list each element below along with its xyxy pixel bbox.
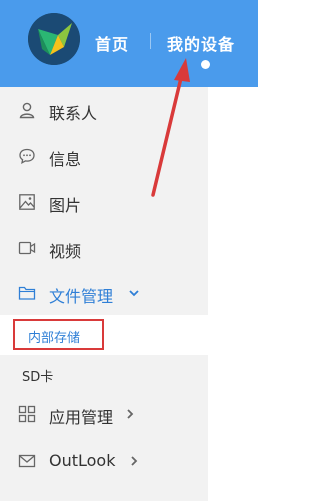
sidebar-item-outlook[interactable]: OutLook [0, 441, 208, 481]
grid-icon [18, 405, 36, 423]
sidebar-item-file-manager[interactable]: 文件管理 [0, 273, 208, 313]
sidebar-item-pictures[interactable]: 图片 [0, 182, 208, 222]
sidebar-item-app-manager[interactable]: 应用管理 [0, 394, 208, 434]
chevron-right-icon[interactable] [124, 408, 136, 420]
sidebar-item-label: 文件管理 [49, 287, 114, 306]
sidebar-subitem-label: SD卡 [22, 370, 54, 385]
nav-divider [150, 33, 151, 49]
sidebar-item-label: 应用管理 [49, 408, 114, 427]
image-icon [19, 194, 35, 210]
mail-icon [18, 454, 36, 468]
video-icon [18, 241, 36, 255]
active-tab-indicator [201, 60, 210, 69]
annotation-highlight-box [13, 319, 104, 350]
chevron-right-icon[interactable] [128, 455, 140, 467]
sidebar-subitem-sd-card[interactable]: SD卡 [0, 354, 208, 394]
folder-icon [18, 286, 36, 300]
sidebar-item-label: 图片 [49, 196, 82, 215]
sidebar-subitem-internal-storage[interactable]: 内部存储 [0, 315, 208, 355]
main-content-area [208, 87, 258, 501]
sidebar-item-label: 联系人 [49, 104, 98, 123]
top-header: 首页 我的设备 [0, 0, 258, 87]
chat-bubble-icon [19, 148, 35, 165]
sidebar-item-messages[interactable]: 信息 [0, 136, 208, 176]
app-logo[interactable] [28, 13, 80, 65]
sidebar-item-contacts[interactable]: 联系人 [0, 90, 208, 130]
sidebar-item-label: 信息 [49, 150, 82, 169]
nav-my-device-tab[interactable]: 我的设备 [167, 31, 235, 55]
sidebar: 联系人 信息 图片 视频 文件管理 内部存储 SD卡 应用管理 OutLook [0, 87, 208, 501]
sidebar-item-label: OutLook [49, 451, 116, 470]
nav-home-tab[interactable]: 首页 [95, 31, 129, 55]
sidebar-item-label: 视频 [49, 242, 82, 261]
chevron-down-icon[interactable] [128, 287, 140, 299]
sidebar-item-videos[interactable]: 视频 [0, 228, 208, 268]
person-icon [19, 102, 35, 119]
